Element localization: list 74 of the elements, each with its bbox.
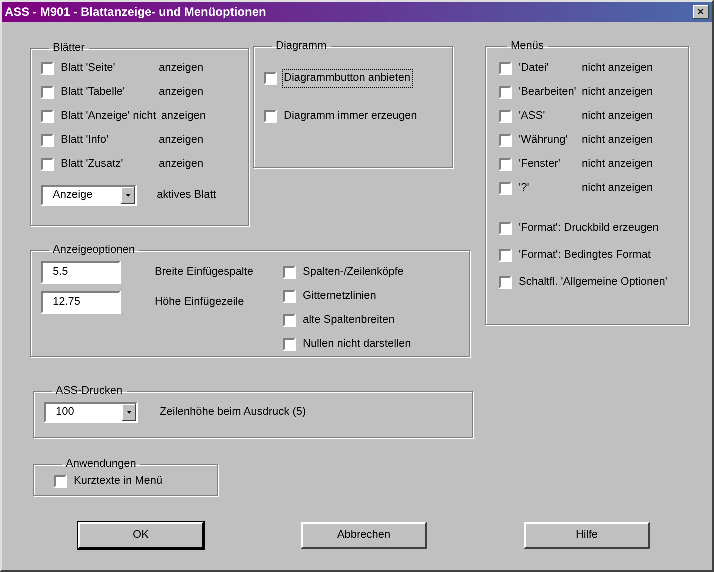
checkbox-label: 'Format': Bedingtes Format (518, 248, 652, 264)
dropdown-value: Anzeige (52, 188, 94, 202)
checkbox[interactable] (283, 314, 296, 327)
checkbox-label: 'Währung' (518, 133, 569, 148)
dialog-button[interactable]: OK (78, 522, 204, 549)
checkbox[interactable] (499, 62, 512, 75)
checkbox-label: anzeigen (159, 85, 204, 100)
checkbox[interactable] (499, 249, 512, 262)
checkbox[interactable] (264, 72, 277, 85)
group-title: Diagramm (275, 39, 328, 54)
input-field[interactable]: 12.75 (41, 290, 121, 314)
checkbox[interactable] (499, 110, 512, 123)
checkbox-label: Diagramm immer erzeugen (283, 109, 418, 124)
checkbox-label: anzeigen (159, 133, 204, 148)
checkbox-label: nicht anzeigen (582, 157, 653, 172)
checkbox-label: nicht anzeigen (582, 181, 653, 196)
checkbox[interactable] (499, 222, 512, 235)
checkbox-label: Diagrammbutton anbieten (283, 70, 412, 87)
dropdown[interactable]: Anzeige (41, 184, 137, 206)
checkbox-label: Spalten-/Zeilenköpfe (302, 265, 405, 280)
checkbox[interactable] (41, 110, 54, 123)
dropdown-value: 100 (55, 404, 76, 420)
group-title: Menüs (510, 39, 546, 54)
checkbox-label: anzeigen (159, 157, 204, 172)
checkbox-label: nicht anzeigen (582, 133, 653, 148)
group-title: ASS-Drucken (55, 384, 124, 399)
checkbox-label: 'Fenster' (518, 157, 562, 172)
checkbox[interactable] (41, 134, 54, 147)
checkbox[interactable] (41, 62, 54, 75)
checkbox-label: Blatt 'Seite' (60, 61, 116, 76)
checkbox-label: Blatt 'Tabelle' (60, 85, 126, 100)
close-button[interactable]: ✕ (693, 5, 709, 19)
checkbox-label: Kurztexte in Menü (73, 474, 164, 490)
checkbox-label: alte Spaltenbreiten (302, 313, 396, 328)
checkbox-label: anzeigen (159, 61, 204, 76)
checkbox-label: Nullen nicht darstellen (302, 337, 412, 352)
window-title: ASS - M901 - Blattanzeige- und Menüoptionen (5, 4, 266, 21)
checkbox[interactable] (283, 266, 296, 279)
checkbox[interactable] (54, 475, 67, 488)
dialog-button[interactable]: Abbrechen (301, 522, 427, 549)
dropdown-label: aktives Blatt (157, 188, 216, 203)
checkbox-label: 'ASS' (518, 109, 546, 124)
checkbox-label: Schaltfl. 'Allgemeine Optionen' (518, 275, 669, 290)
checkbox-label: Gitternetzlinien (302, 289, 378, 304)
group-title: Blätter (52, 41, 86, 56)
checkbox[interactable] (499, 182, 512, 195)
checkbox[interactable] (499, 158, 512, 171)
checkbox[interactable] (283, 290, 296, 303)
group-title: Anzeigeoptionen (52, 243, 136, 258)
group-title: Anwendungen (65, 457, 138, 472)
dropdown[interactable]: 100 (44, 402, 138, 422)
checkbox-label: Blatt 'Info' (60, 133, 110, 148)
checkbox-label: Blatt 'Zusatz' (60, 157, 124, 172)
checkbox[interactable] (499, 86, 512, 99)
checkbox-label: anzeigen (161, 109, 206, 124)
checkbox-label: nicht anzeigen (582, 109, 653, 124)
checkbox-label: 'Bearbeiten' (518, 85, 578, 100)
checkbox-label: nicht anzeigen (582, 85, 653, 100)
field-label: Höhe Einfügezeile (155, 294, 244, 310)
dropdown-label: Zeilenhöhe beim Ausdruck (5) (160, 404, 306, 420)
checkbox[interactable] (41, 86, 54, 99)
checkbox[interactable] (264, 110, 277, 123)
field-label: Breite Einfügespalte (155, 264, 254, 280)
checkbox[interactable] (283, 338, 296, 351)
checkbox[interactable] (499, 276, 512, 289)
dialog-button[interactable]: Hilfe (524, 522, 650, 549)
checkbox-label: 'Datei' (518, 61, 550, 76)
checkbox-label: 'Format': Druckbild erzeugen (518, 221, 660, 236)
checkbox[interactable] (41, 158, 54, 171)
input-field[interactable]: 5.5 (41, 260, 121, 284)
checkbox-label: nicht anzeigen (582, 61, 653, 76)
checkbox-label: '?' (518, 181, 530, 196)
checkbox[interactable] (499, 134, 512, 147)
checkbox-label: Blatt 'Anzeige' nicht (60, 109, 158, 124)
